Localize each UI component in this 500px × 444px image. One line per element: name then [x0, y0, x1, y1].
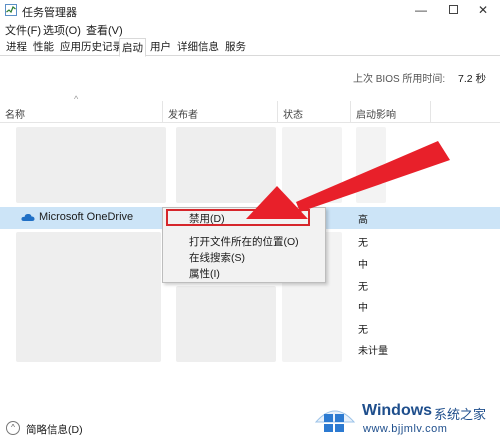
impact-value: 中 — [358, 260, 368, 271]
impact-value: 未计量 — [358, 346, 388, 357]
bios-time-info: 上次 BIOS 所用时间: 7.2 秒 — [353, 70, 486, 86]
menu-item-properties[interactable]: 属性(I) — [189, 266, 220, 281]
column-publisher[interactable]: 发布者 — [168, 106, 198, 121]
watermark-brand: Windows — [362, 402, 433, 419]
blurred-publisher — [176, 286, 276, 362]
context-menu: 禁用(D) 打开文件所在的位置(O) 在线搜索(S) 属性(I) — [162, 207, 326, 283]
column-divider[interactable] — [162, 101, 163, 123]
maximize-button[interactable] — [440, 2, 466, 18]
blurred-status — [282, 127, 342, 203]
column-divider[interactable] — [350, 101, 351, 123]
tab-services[interactable]: 服务 — [223, 40, 248, 56]
column-name[interactable]: 名称 — [5, 106, 25, 121]
impact-value: 中 — [358, 303, 368, 314]
tab-performance[interactable]: 性能 — [31, 40, 56, 56]
impact-value: 无 — [358, 325, 368, 336]
tab-users[interactable]: 用户 — [148, 40, 173, 56]
bios-time-value: 7.2 秒 — [457, 73, 486, 85]
impact-value: 高 — [358, 215, 368, 226]
onedrive-name: Microsoft OneDrive — [39, 211, 134, 223]
blurred-impact — [356, 127, 386, 203]
column-status[interactable]: 状态 — [283, 106, 303, 121]
bios-time-label: 上次 BIOS 所用时间: — [352, 74, 446, 85]
tab-details[interactable]: 详细信息 — [175, 40, 221, 56]
minimize-button[interactable]: — — [408, 2, 434, 18]
blurred-rows — [16, 127, 166, 203]
blurred-rows — [16, 232, 161, 362]
tab-startup[interactable]: 启动 — [119, 38, 146, 57]
column-impact[interactable]: 启动影响 — [356, 106, 396, 121]
menu-bar: 文件(F) 选项(O) 查看(V) — [0, 20, 500, 38]
menu-view[interactable]: 查看(V) — [86, 22, 123, 38]
column-divider[interactable] — [430, 101, 431, 123]
menu-options[interactable]: 选项(O) — [43, 22, 81, 38]
watermark-url: www.bjjmlv.com — [363, 423, 448, 435]
task-manager-icon — [5, 4, 17, 16]
impact-value: 无 — [358, 238, 368, 249]
collapse-icon[interactable]: ^ — [6, 421, 20, 435]
close-button[interactable]: ✕ — [470, 2, 496, 18]
menu-file[interactable]: 文件(F) — [5, 22, 41, 38]
tab-strip: 进程 性能 应用历史记录 启动 用户 详细信息 服务 — [0, 38, 500, 57]
column-header-row: 名称 发布者 状态 启动影响 — [0, 101, 500, 123]
disable-highlight-box — [166, 209, 310, 226]
menu-item-open-location[interactable]: 打开文件所在的位置(O) — [189, 234, 299, 249]
impact-value: 无 — [358, 282, 368, 293]
maximize-icon — [448, 5, 458, 14]
windows-logo-icon — [314, 410, 356, 432]
tab-processes[interactable]: 进程 — [4, 40, 29, 56]
menu-item-search-online[interactable]: 在线搜索(S) — [189, 250, 245, 265]
column-divider[interactable] — [277, 101, 278, 123]
onedrive-cloud-icon — [21, 213, 35, 221]
watermark-suffix: 系统之家 — [434, 407, 487, 422]
window-title: 任务管理器 — [22, 7, 77, 19]
tab-app-history[interactable]: 应用历史记录 — [58, 40, 125, 56]
fewer-details-link[interactable]: 简略信息(D) — [26, 422, 83, 437]
title-bar: 任务管理器 — ✕ — [0, 0, 500, 20]
blurred-publisher — [176, 127, 276, 203]
